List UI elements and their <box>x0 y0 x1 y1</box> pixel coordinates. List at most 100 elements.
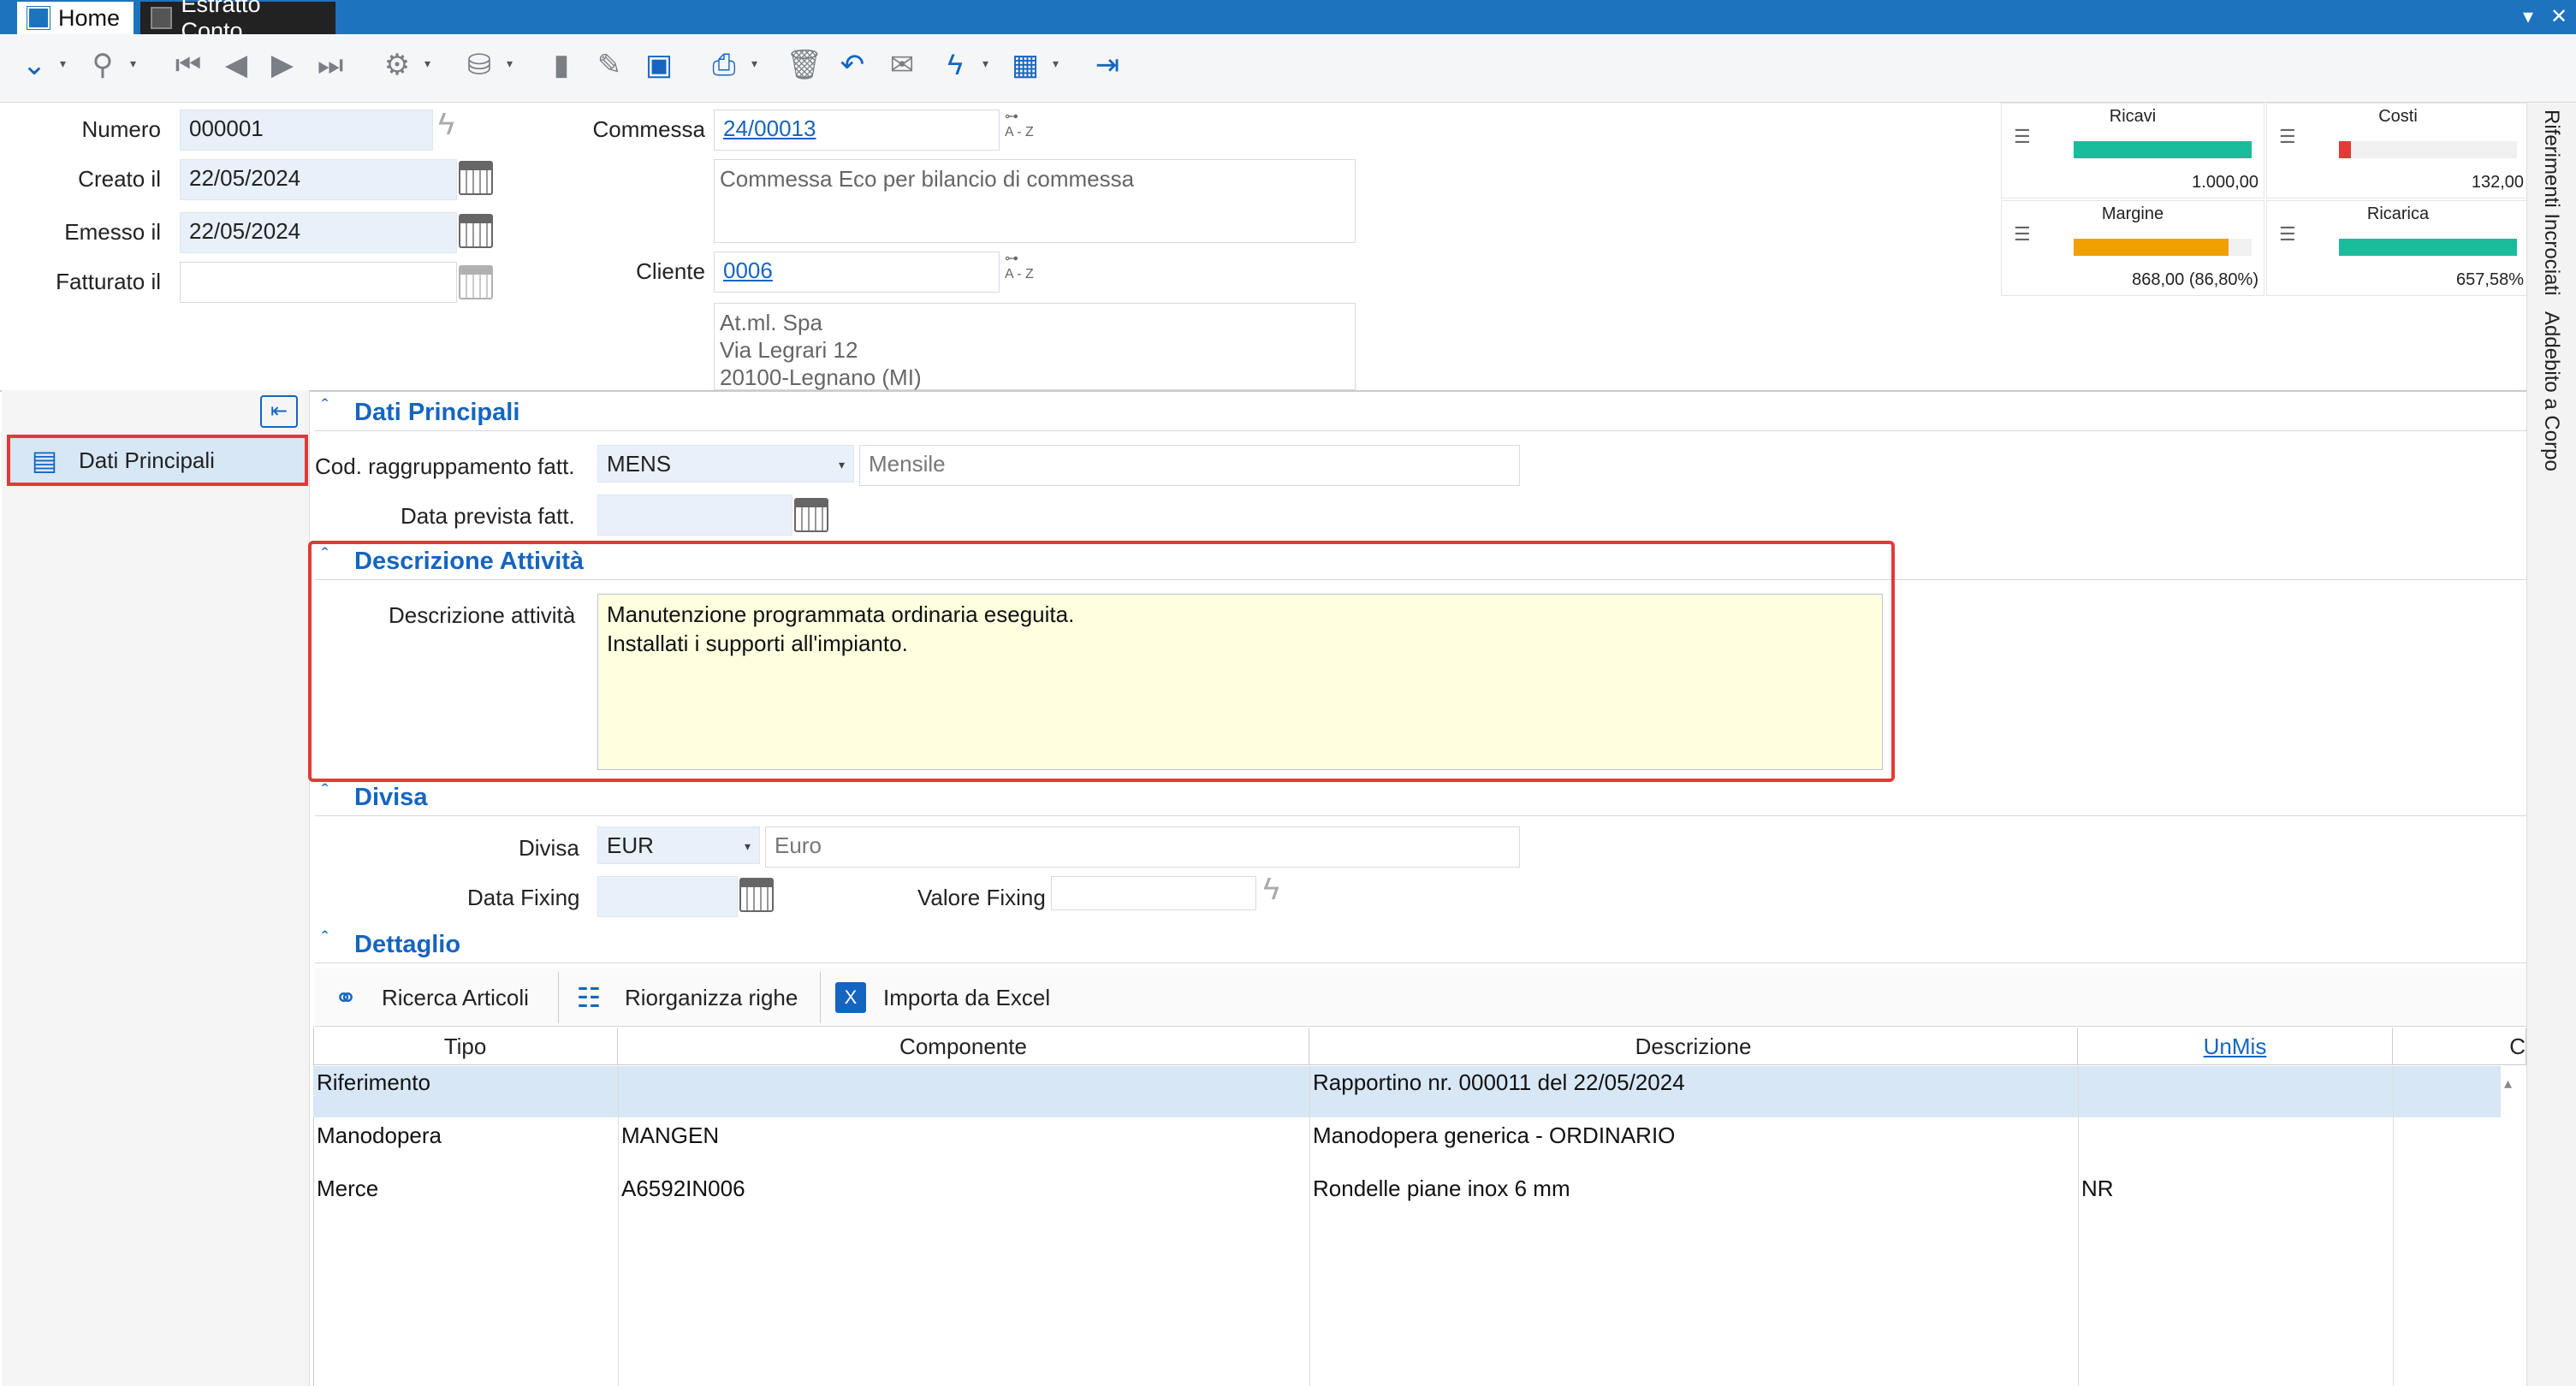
calendar-icon[interactable] <box>739 878 774 912</box>
kpi-ricarica-bar <box>2339 239 2517 256</box>
collapse-panel-icon[interactable]: ⇤ <box>260 395 298 428</box>
section-divisa[interactable]: ˆ Divisa <box>315 780 2526 816</box>
chevron-down-icon[interactable]: ▾ <box>982 56 988 71</box>
table-cell[interactable]: MANGEN <box>621 1122 719 1149</box>
table-cell[interactable]: Merce <box>317 1176 378 1202</box>
table-cell[interactable]: Manodopera <box>317 1122 442 1149</box>
kpi-margine-title: Margine <box>2101 204 2164 223</box>
chevron-down-icon[interactable]: ▾ <box>60 56 66 71</box>
bolt-icon[interactable]: ϟ <box>438 106 454 142</box>
tab-home[interactable]: Home <box>17 2 134 34</box>
scroll-up-icon[interactable]: ▴ <box>2504 1075 2521 1092</box>
chevron-down-icon[interactable]: ▾ <box>745 839 751 854</box>
table-cell[interactable]: A6592IN006 <box>621 1176 745 1202</box>
section-dati-principali[interactable]: ˆ Dati Principali <box>315 395 2526 431</box>
emesso-field[interactable]: 22/05/2024 <box>180 212 457 253</box>
close-button[interactable]: ✕ <box>2547 5 2571 29</box>
cod-raggruppamento-select[interactable]: MENS ▾ <box>597 445 854 483</box>
chevron-down-icon[interactable]: ▾ <box>1053 56 1059 71</box>
search-icon[interactable]: ⚲ <box>82 44 123 86</box>
column-header-tipo[interactable]: Tipo <box>313 1028 618 1064</box>
numero-field[interactable]: 000001 <box>180 110 433 151</box>
data-fixing-label: Data Fixing <box>467 885 580 910</box>
key-icon[interactable]: ⊶ A - Z <box>1005 252 1034 282</box>
nav-item-dati-principali[interactable]: ▤ Dati Principali <box>7 435 308 486</box>
column-header-componente[interactable]: Componente <box>618 1028 1309 1064</box>
column-header-unmis[interactable]: UnMis <box>2078 1028 2393 1064</box>
bolt-icon[interactable]: ϟ <box>1263 871 1279 907</box>
database-icon[interactable]: ⛁ <box>459 44 500 86</box>
creato-field[interactable]: 22/05/2024 <box>180 159 457 200</box>
calendar-icon[interactable] <box>794 498 828 532</box>
bolt-icon[interactable]: ϟ <box>935 44 976 86</box>
calendar-icon[interactable] <box>459 161 493 195</box>
chevron-down-icon[interactable]: ▾ <box>424 56 430 71</box>
fatturato-label: Fatturato il <box>56 269 161 294</box>
edit-icon[interactable]: ✎ <box>589 44 630 86</box>
valore-fixing-field[interactable] <box>1051 876 1256 910</box>
ricerca-articoli-button[interactable]: ⚭ Ricerca Articoli <box>327 975 529 1020</box>
new-document-icon[interactable]: ▮ <box>541 44 582 86</box>
fatturato-field[interactable] <box>180 262 457 303</box>
list-icon[interactable]: ☰ <box>2279 223 2300 245</box>
chevron-up-icon[interactable]: ˆ <box>322 780 328 803</box>
section-dettaglio[interactable]: ˆ Dettaglio <box>315 927 2526 963</box>
column-divider <box>618 1064 619 1386</box>
unmis-link[interactable]: UnMis <box>2204 1034 2267 1059</box>
table-cell[interactable]: Riferimento <box>317 1069 430 1096</box>
chevron-down-icon[interactable]: ▾ <box>507 56 513 71</box>
prev-record-icon[interactable]: ◀ <box>216 44 257 86</box>
importa-excel-button[interactable]: X Importa da Excel <box>835 975 1050 1020</box>
grid-header-line <box>313 1064 2526 1065</box>
mail-icon[interactable]: ✉ <box>881 44 923 86</box>
next-record-icon[interactable]: ▶ <box>262 44 303 86</box>
delete-icon[interactable]: 🗑 <box>784 44 825 86</box>
data-fixing-field[interactable] <box>597 876 738 917</box>
column-header-c[interactable]: C <box>2393 1028 2526 1064</box>
chevron-down-icon[interactable]: ▾ <box>839 458 845 472</box>
table-cell[interactable]: Rondelle piane inox 6 mm <box>1313 1176 1570 1202</box>
side-tab-riferimenti[interactable]: Riferimenti Incrociati <box>2526 110 2576 295</box>
key-icon[interactable]: ⊶ A - Z <box>1005 110 1034 140</box>
chevron-up-icon[interactable]: ˆ <box>322 395 328 418</box>
tab-home-label: Home <box>58 4 121 31</box>
commessa-link[interactable]: 24/00013 <box>723 116 816 141</box>
table-cell[interactable]: Manodopera generica - ORDINARIO <box>1313 1122 1675 1149</box>
tools-icon[interactable]: ⚙ <box>377 44 418 86</box>
divisa-select[interactable]: EUR ▾ <box>597 826 760 864</box>
chevron-up-icon[interactable]: ˆ <box>322 927 328 950</box>
importa-excel-label: Importa da Excel <box>883 984 1051 1010</box>
table-cell[interactable]: Rapportino nr. 000011 del 22/05/2024 <box>1313 1069 1685 1096</box>
list-icon[interactable]: ☰ <box>2279 126 2300 147</box>
print-icon[interactable]: ⎙ <box>703 44 745 86</box>
expand-icon[interactable]: ⌄ <box>14 44 55 86</box>
table-cell[interactable]: NR <box>2081 1176 2114 1202</box>
column-divider <box>1309 1064 1310 1386</box>
side-tab-addebito[interactable]: Addebito a Corpo <box>2526 311 2576 474</box>
window-menu-button[interactable]: ▾ <box>2516 5 2540 29</box>
tab-estratto-conto[interactable]: Estratto Conto <box>140 0 335 44</box>
save-icon[interactable]: ▣ <box>638 44 680 86</box>
exit-icon[interactable]: ⇥ <box>1087 44 1128 86</box>
calendar-icon[interactable] <box>459 214 493 248</box>
last-record-icon[interactable]: ⏭ <box>310 44 351 86</box>
undo-icon[interactable]: ↶ <box>832 44 873 86</box>
cliente-link[interactable]: 0006 <box>723 258 773 283</box>
cliente-field[interactable]: 0006 <box>714 252 1000 293</box>
riorganizza-righe-button[interactable]: ☷ Riorganizza righe <box>570 975 798 1020</box>
valore-fixing-label: Valore Fixing <box>917 885 1046 910</box>
grid-icon[interactable]: ▦ <box>1005 44 1046 86</box>
chevron-down-icon[interactable]: ▾ <box>751 56 757 71</box>
calendar-icon[interactable] <box>459 265 493 299</box>
first-record-icon[interactable]: ⏮ <box>168 44 209 86</box>
excel-icon: X <box>835 982 866 1013</box>
list-icon[interactable]: ☰ <box>2014 126 2034 147</box>
riorganizza-righe-label: Riorganizza righe <box>625 984 798 1010</box>
data-prevista-field[interactable] <box>597 495 792 536</box>
column-header-descrizione[interactable]: Descrizione <box>1309 1028 2078 1064</box>
kpi-ricavi: Ricavi ☰ 1.000,00 <box>2001 103 2264 198</box>
commessa-field[interactable]: 24/00013 <box>714 110 1000 151</box>
chevron-down-icon[interactable]: ▾ <box>130 56 136 71</box>
nav-item-label: Dati Principali <box>79 447 215 473</box>
list-icon[interactable]: ☰ <box>2014 223 2034 245</box>
